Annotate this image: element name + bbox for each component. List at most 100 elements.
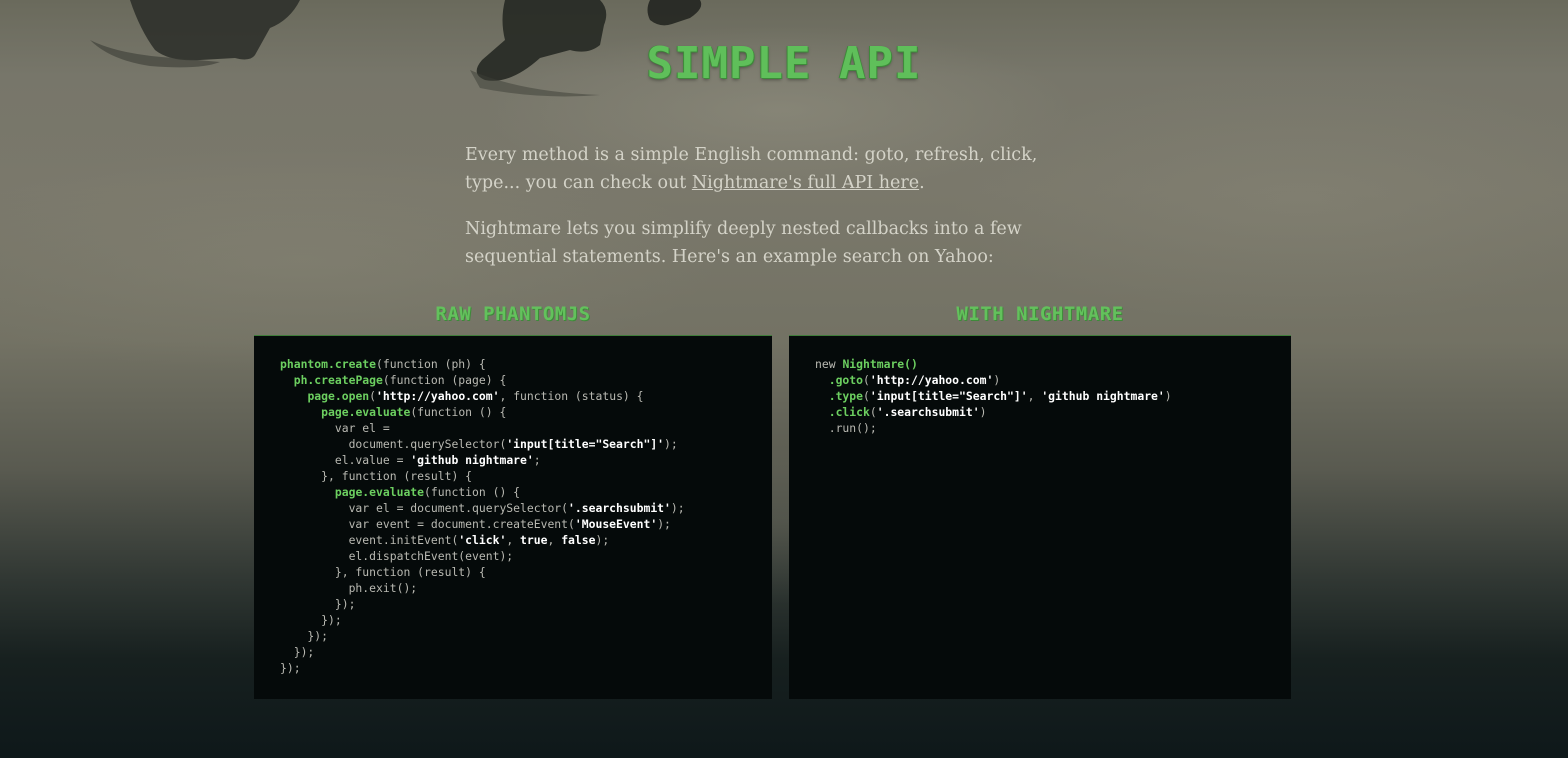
code-token: , function (status) { [499,389,644,403]
code-token: ); [670,501,685,515]
raw-phantomjs-title: RAW PHANTOMJS [435,303,591,325]
code-line: }, function (result) { [280,468,772,484]
code-line: el.value = 'github nightmare'; [280,452,772,468]
code-token: false [561,533,596,547]
raw-phantomjs-code-block: phantom.create(function (ph) { ph.create… [254,335,772,699]
code-line: page.evaluate(function () { [280,484,772,500]
code-line: }); [280,644,772,660]
code-line: new Nightmare() [815,356,1291,372]
code-token: 'github nightmare' [410,453,534,467]
code-token: ); [595,533,610,547]
code-token: }, function (result) { [280,469,473,483]
code-token: 'input[title="Search"]' [869,389,1028,403]
code-line: page.evaluate(function () { [280,404,772,420]
code-token: }); [280,661,301,675]
code-token: (function () { [410,405,507,419]
code-line: var el = [280,420,772,436]
code-line: event.initEvent('click', true, false); [280,532,772,548]
code-token: 'http://yahoo.com' [376,389,500,403]
code-line: .run(); [815,420,1291,436]
code-token: '.searchsubmit' [568,501,671,515]
code-line: .type('input[title="Search"]', 'github n… [815,388,1291,404]
code-token: }); [280,645,315,659]
code-token: ) [979,405,987,419]
code-token: event.initEvent( [280,533,459,547]
code-token: var el = document.querySelector( [280,501,569,515]
code-line: phantom.create(function (ph) { [280,356,772,372]
section-title: SIMPLE API [646,38,922,89]
code-token: page.open [307,389,370,403]
full-api-link[interactable]: Nightmare's full API here [692,173,919,193]
code-token: new [815,357,843,371]
code-line: }, function (result) { [280,564,772,580]
intro-paragraph-api: Every method is a simple English command… [465,141,1075,197]
code-line: }); [280,660,772,676]
code-line: page.open('http://yahoo.com', function (… [280,388,772,404]
code-token: Nightmare() [842,357,918,371]
code-token: }, function (result) { [280,565,486,579]
background-photo [0,0,1568,758]
code-token: ( [369,389,377,403]
code-token: page.evaluate [334,485,425,499]
code-token: var event = document.createEvent( [280,517,575,531]
intro-paragraph-callbacks: Nightmare lets you simplify deeply neste… [465,219,1022,267]
code-token: 'http://yahoo.com' [869,373,994,387]
code-token: (function () { [424,485,521,499]
code-token: }); [280,629,329,643]
code-line: .goto('http://yahoo.com') [815,372,1291,388]
code-token: el.value = [280,453,411,467]
code-token: ; [533,453,541,467]
code-token: , [1027,389,1042,403]
code-line: var event = document.createEvent('MouseE… [280,516,772,532]
code-token: ( [863,373,870,387]
code-token: , [506,533,521,547]
code-token: }); [280,613,342,627]
code-line: }); [280,628,772,644]
code-line: }); [280,612,772,628]
code-line: ph.exit(); [280,580,772,596]
code-token: ( [869,405,877,419]
fog-overlay [0,0,1568,758]
code-token: true [520,533,548,547]
code-token: ); [664,437,678,451]
code-token: '.searchsubmit' [876,405,980,419]
code-line: el.dispatchEvent(event); [280,548,772,564]
code-line: ph.createPage(function (page) { [280,372,772,388]
code-line: document.querySelector('input[title="Sea… [280,436,772,452]
code-token: ph.exit(); [280,581,418,595]
code-token: var el = [280,421,390,435]
code-token: ) [1164,389,1172,403]
with-nightmare-title: WITH NIGHTMARE [956,303,1124,325]
code-line: .click('.searchsubmit') [815,404,1291,420]
code-token: page.evaluate [321,405,411,419]
code-token: 'click' [458,533,507,547]
code-token: ( [863,389,870,403]
code-token: }); [280,597,356,611]
nightmare-code-block: new Nightmare() .goto('http://yahoo.com'… [789,335,1291,699]
code-line: }); [280,596,772,612]
code-token: ) [993,373,1001,387]
code-token: document.querySelector( [280,437,507,451]
code-line: var el = document.querySelector('.search… [280,500,772,516]
code-token: phantom.create [280,357,377,371]
code-token: .click [828,405,870,419]
code-token: (function (page) { [382,373,507,387]
code-token: 'github nightmare' [1041,389,1165,403]
intro-text-end: . [919,173,925,193]
code-token: , [547,533,562,547]
code-token: .goto [828,373,864,387]
code-token: (function (ph) { [376,357,486,371]
code-token: .type [828,389,864,403]
code-token: 'MouseEvent' [574,517,658,531]
code-token: ph.createPage [293,373,383,387]
code-token: ); [657,517,671,531]
code-token: el.dispatchEvent(event); [280,549,514,563]
code-token: 'input[title="Search"]' [506,437,665,451]
